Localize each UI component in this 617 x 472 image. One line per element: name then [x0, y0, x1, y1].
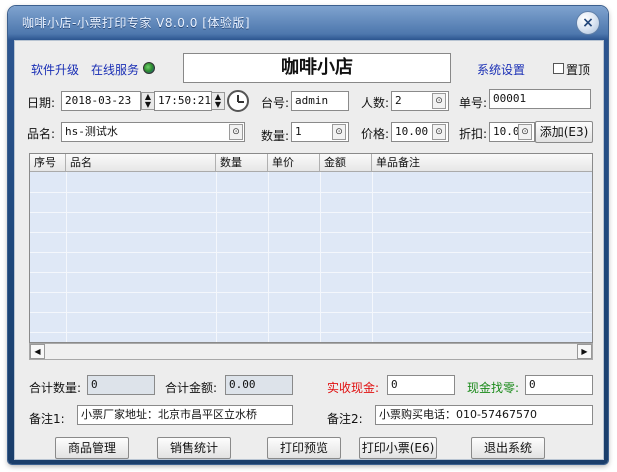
- total-amount-label: 合计金额:: [165, 381, 218, 395]
- title-bar[interactable]: 咖啡小店-小票打印专家 V8.0.0 [体验版] ×: [8, 6, 608, 38]
- horizontal-scrollbar[interactable]: ◀ ▶: [29, 343, 593, 360]
- grid-line: [30, 292, 592, 293]
- grid-line: [320, 172, 321, 342]
- column-header-index[interactable]: 序号: [30, 154, 66, 171]
- grid-line: [30, 192, 592, 193]
- order-number-field[interactable]: 00001: [489, 89, 591, 109]
- grid-line: [30, 272, 592, 273]
- add-item-button[interactable]: 添加(E3): [535, 121, 593, 143]
- date-spinner[interactable]: ▲ ▼: [141, 92, 155, 110]
- clock-icon[interactable]: [227, 90, 249, 112]
- app-window: 咖啡小店-小票打印专家 V8.0.0 [体验版] × 软件升级 在线服务 咖啡小…: [8, 6, 608, 464]
- scroll-right-icon[interactable]: ▶: [577, 344, 592, 359]
- grid-line: [216, 172, 217, 342]
- item-name-label: 品名:: [27, 127, 56, 141]
- grid-line: [30, 232, 592, 233]
- table-header: 序号 品名 数量 单价 金额 单品备注: [30, 154, 592, 172]
- grid-line: [372, 172, 373, 342]
- item-name-dropdown-icon[interactable]: ⊙: [229, 124, 243, 140]
- print-receipt-button[interactable]: 打印小票(E6): [359, 437, 437, 459]
- people-dropdown-icon[interactable]: ⊙: [432, 93, 446, 109]
- column-header-unit-price[interactable]: 单价: [268, 154, 320, 171]
- total-qty-label: 合计数量:: [29, 381, 82, 395]
- item-name-field[interactable]: hs-测试水: [61, 122, 245, 142]
- scroll-left-icon[interactable]: ◀: [30, 344, 45, 359]
- exit-system-button[interactable]: 退出系统: [471, 437, 545, 459]
- cash-received-field[interactable]: 0: [387, 375, 455, 395]
- qty-dropdown-icon[interactable]: ⊙: [332, 124, 346, 140]
- grid-line: [268, 172, 269, 342]
- note2-field[interactable]: 小票购买电话：010-57467570: [375, 405, 593, 425]
- print-preview-button[interactable]: 打印预览: [267, 437, 341, 459]
- change-field[interactable]: 0: [525, 375, 593, 395]
- cash-received-label: 实收现金:: [327, 381, 380, 395]
- window-title: 咖啡小店-小票打印专家 V8.0.0 [体验版]: [22, 16, 251, 30]
- discount-dropdown-icon[interactable]: ⊙: [518, 124, 532, 140]
- qty-label: 数量:: [261, 129, 290, 143]
- total-amount-field: 0.00: [225, 375, 293, 395]
- time-spinner[interactable]: ▲ ▼: [211, 92, 225, 110]
- grid-line: [66, 172, 67, 342]
- number-label: 单号:: [459, 96, 488, 110]
- column-header-qty[interactable]: 数量: [216, 154, 268, 171]
- note2-label: 备注2:: [327, 412, 363, 426]
- table-label: 台号:: [261, 96, 290, 110]
- price-dropdown-icon[interactable]: ⊙: [432, 124, 446, 140]
- pin-top-label: 置顶: [566, 63, 591, 77]
- online-service-link[interactable]: 在线服务: [91, 61, 139, 78]
- date-field[interactable]: 2018-03-23: [61, 91, 141, 111]
- shop-name-title: 咖啡小店: [183, 53, 451, 83]
- grid-line: [30, 212, 592, 213]
- column-header-name[interactable]: 品名: [66, 154, 216, 171]
- goods-management-button[interactable]: 商品管理: [55, 437, 129, 459]
- note1-field[interactable]: 小票厂家地址：北京市昌平区立水桥: [77, 405, 293, 425]
- order-items-table[interactable]: 序号 品名 数量 单价 金额 单品备注: [29, 153, 593, 343]
- settings-link[interactable]: 系统设置: [477, 61, 525, 78]
- grid-line: [30, 312, 592, 313]
- sales-stats-button[interactable]: 销售统计: [157, 437, 231, 459]
- close-button[interactable]: ×: [576, 11, 600, 35]
- change-label: 现金找零:: [467, 381, 520, 395]
- discount-label: 折扣:: [459, 127, 488, 141]
- column-header-amount[interactable]: 金额: [320, 154, 372, 171]
- main-panel: 软件升级 在线服务 咖啡小店 系统设置 置顶 日期: 2018-03-23 ▲ ▼…: [14, 40, 604, 460]
- table-field[interactable]: admin: [291, 91, 349, 111]
- price-label: 价格:: [361, 127, 390, 141]
- column-header-remark[interactable]: 单品备注: [372, 154, 592, 171]
- globe-icon[interactable]: [143, 62, 155, 74]
- note1-label: 备注1:: [29, 412, 65, 426]
- table-body[interactable]: [30, 172, 592, 342]
- date-label: 日期:: [27, 96, 56, 110]
- pin-top-checkbox[interactable]: [553, 63, 564, 74]
- grid-line: [30, 252, 592, 253]
- people-label: 人数:: [361, 96, 390, 110]
- time-field[interactable]: 17:50:21: [154, 91, 212, 111]
- upgrade-link[interactable]: 软件升级: [31, 61, 79, 78]
- grid-line: [30, 332, 592, 333]
- total-qty-field: 0: [87, 375, 155, 395]
